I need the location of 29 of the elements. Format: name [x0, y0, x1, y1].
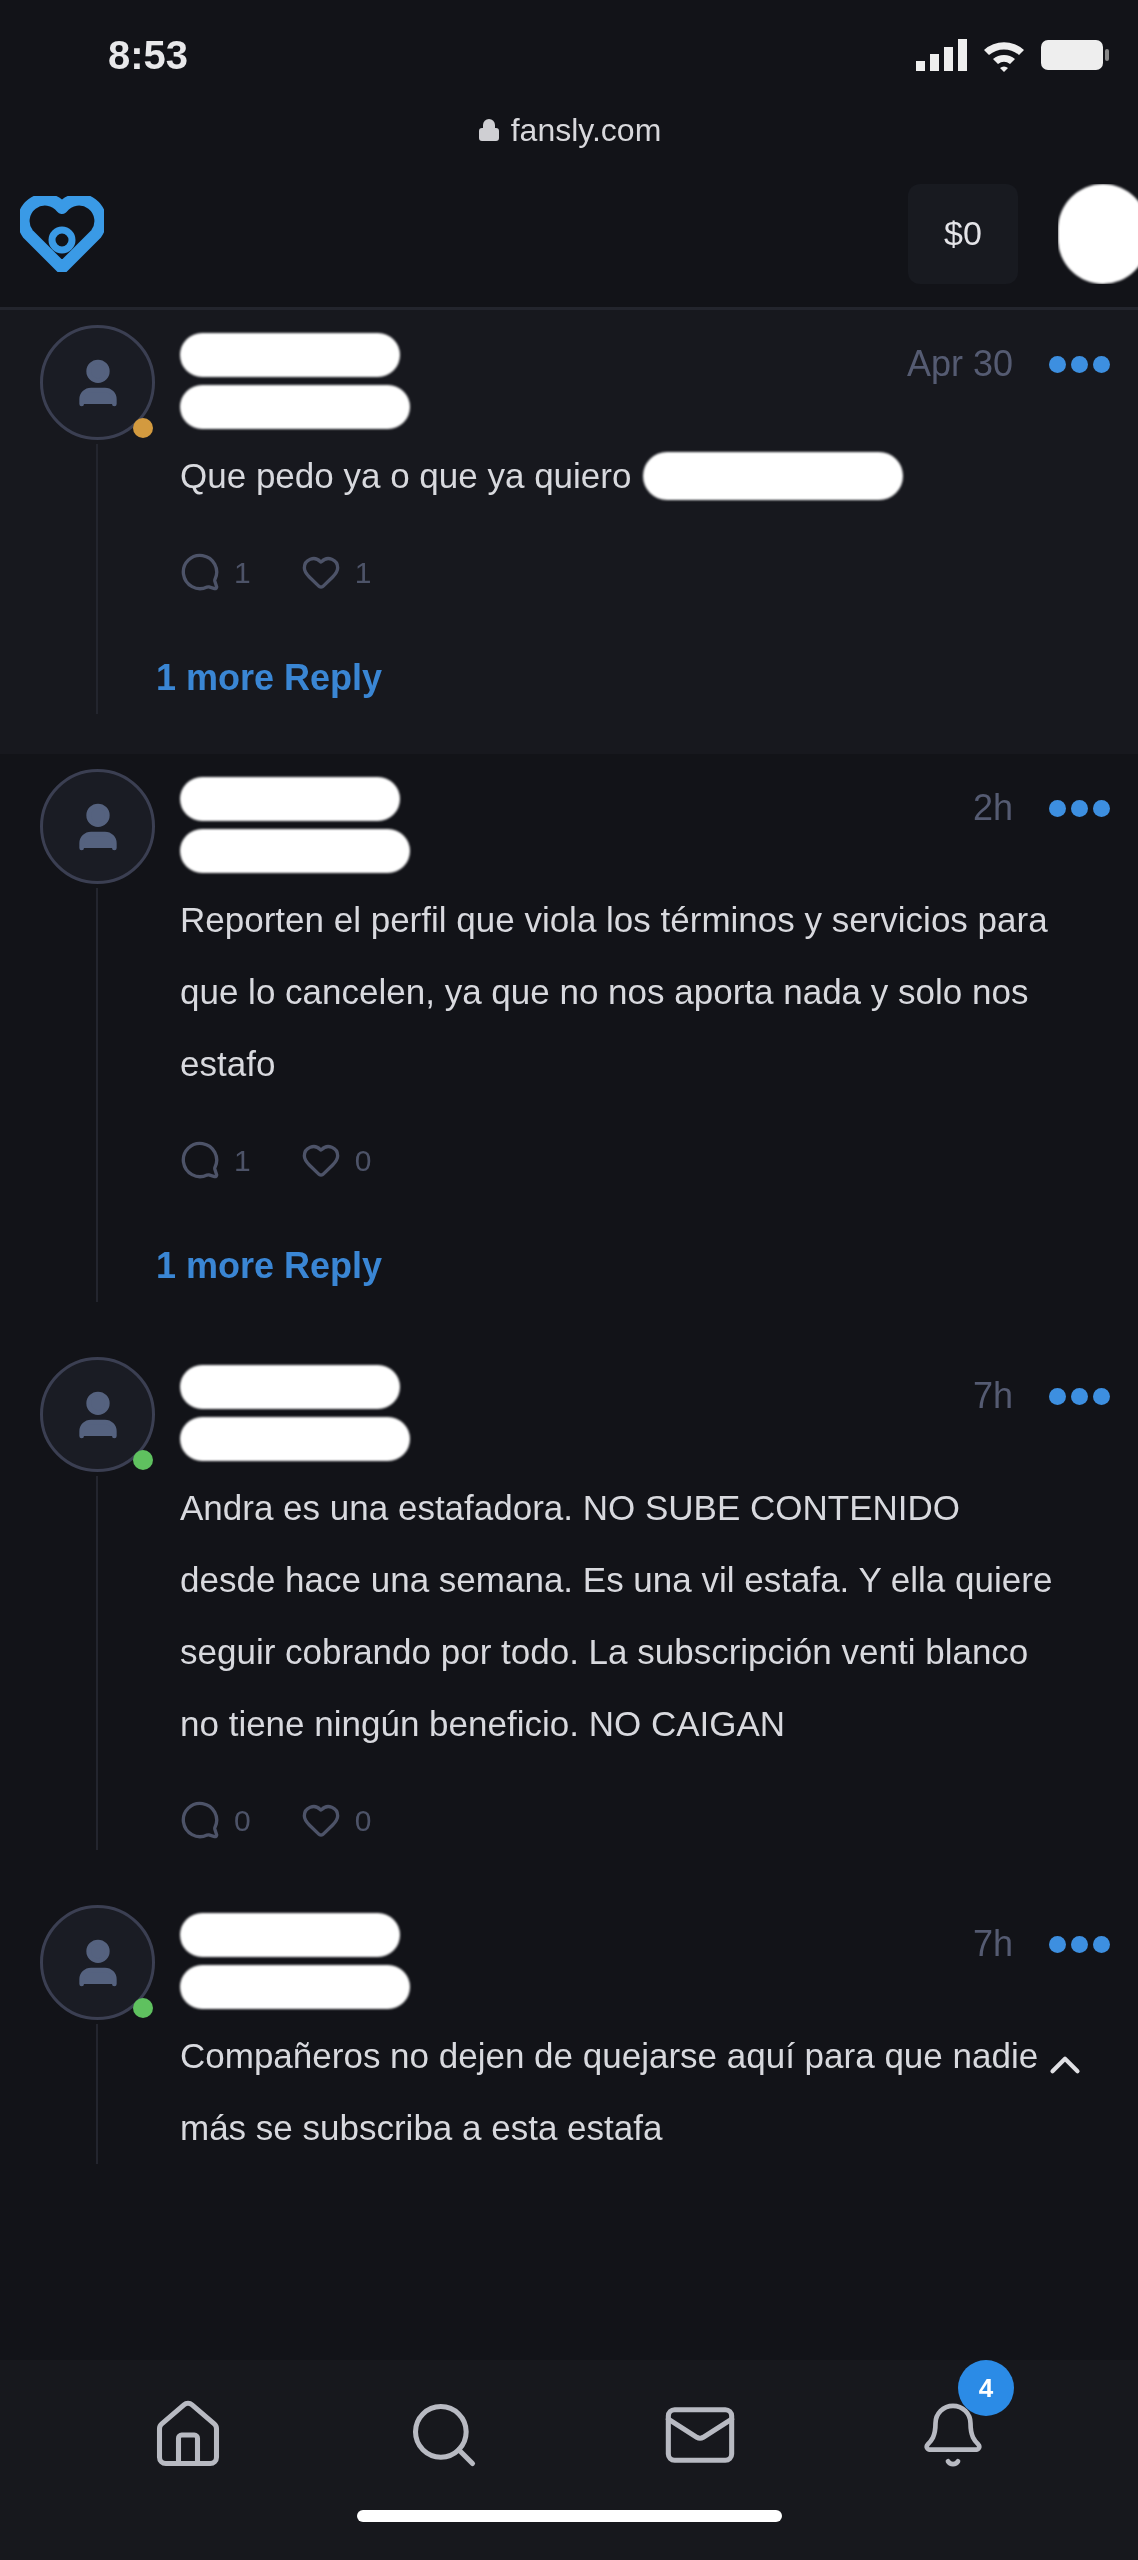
more-options-button[interactable]: [1049, 1387, 1110, 1405]
url-text: fansly.com: [510, 111, 662, 150]
comment-time: 2h: [972, 786, 1013, 830]
more-options-button[interactable]: [1049, 355, 1110, 373]
logo-icon: [20, 195, 104, 272]
reply-count-button[interactable]: 1: [180, 549, 251, 595]
reply-count-button[interactable]: 1: [180, 1137, 251, 1183]
profile-avatar[interactable]: [1058, 183, 1138, 284]
battery-icon: [1040, 38, 1110, 72]
balance-button[interactable]: $0: [908, 183, 1018, 284]
like-count-button[interactable]: 0: [300, 1137, 372, 1183]
notification-badge: 4: [958, 2360, 1014, 2416]
comment-text: Que pedo ya o que ya quiero: [180, 455, 632, 497]
like-count-button[interactable]: 1: [300, 549, 372, 595]
comment-text: Compañeros no dejen de quejarse aquí para que nadie más se subscriba a esta estafa: [180, 2035, 1040, 2149]
comment-time: Apr 30: [906, 342, 1013, 386]
reply-count-button[interactable]: 0: [180, 1797, 251, 1843]
more-options-button[interactable]: [1049, 1935, 1110, 1953]
more-replies-link[interactable]: 1 more Reply: [156, 1230, 383, 1302]
status-time: 8:53: [108, 32, 189, 79]
comment-text: Reporten el perfil que viola los términos y servicios para que lo cancelen, ya que no nos aporta nada y solo nos estafo: [180, 899, 1049, 1085]
more-replies-link[interactable]: 1 more Reply: [156, 642, 383, 714]
comment-text: Andra es una estafadora. NO SUBE CONTENIDO desde hace una semana. Es una vil estafa. Y ella quiere seguir cobrando por todo. La subscripción venti blanco no tiene ningún beneficio. NO CAIGAN: [180, 1487, 1054, 1745]
signal-icon: [916, 39, 968, 71]
more-options-button[interactable]: [1049, 799, 1110, 817]
comment-time: 7h: [972, 1374, 1013, 1418]
like-count-button[interactable]: 0: [300, 1797, 372, 1843]
comment-time: 7h: [972, 1922, 1013, 1966]
lock-icon: [476, 118, 501, 142]
